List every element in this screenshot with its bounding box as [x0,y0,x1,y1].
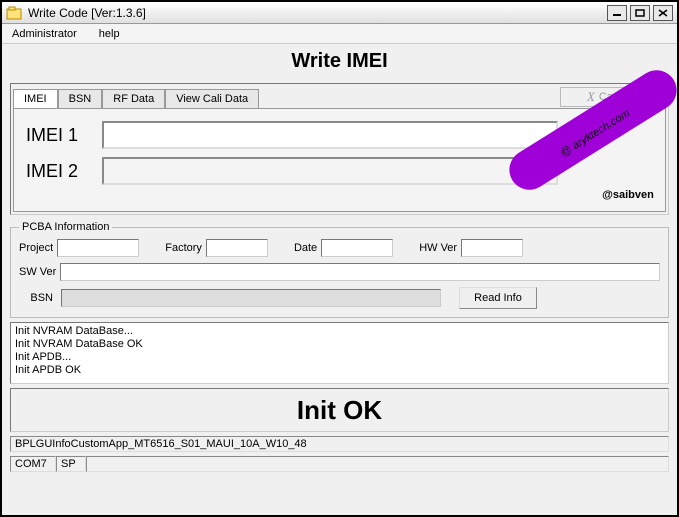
window-title: Write Code [Ver:1.3.6] [28,6,607,20]
status-banner: Init OK [10,388,669,432]
app-icon [6,5,22,21]
cancel-button: X Cancel [560,87,660,107]
hwver-label: HW Ver [419,242,457,254]
maximize-button[interactable] [630,5,650,21]
tab-bsn[interactable]: BSN [58,89,103,108]
imei-panel: IMEI BSN RF Data View Cali Data X Cancel… [10,83,669,215]
factory-input[interactable] [206,239,268,257]
log-output: Init NVRAM DataBase... Init NVRAM DataBa… [10,322,669,384]
date-input[interactable] [321,239,393,257]
menu-administrator[interactable]: Administrator [8,26,81,42]
project-label: Project [19,242,53,254]
swver-label: SW Ver [19,266,56,278]
close-button[interactable] [653,5,673,21]
statusbar-file: BPLGUInfoCustomApp_MT6516_S01_MAUI_10A_W… [10,436,669,452]
statusbar-mode: SP [56,456,86,472]
imei1-input[interactable] [102,121,558,149]
menu-help[interactable]: help [95,26,124,42]
tab-rfdata[interactable]: RF Data [102,89,165,108]
tab-view-cali-data[interactable]: View Cali Data [165,89,259,108]
bsn-input [61,289,441,307]
imei1-label: IMEI 1 [22,125,102,146]
pcba-legend: PCBA Information [19,221,112,233]
statusbar-empty [86,456,669,472]
page-title: Write IMEI [10,50,669,73]
log-line: Init APDB OK [15,364,664,377]
minimize-button[interactable] [607,5,627,21]
imei2-label: IMEI 2 [22,161,102,182]
bsn-label: BSN [19,292,53,304]
tab-imei[interactable]: IMEI [13,89,58,108]
cancel-label: Cancel [599,91,633,103]
factory-label: Factory [165,242,202,254]
imei2-input [102,157,558,185]
swver-input[interactable] [60,263,660,281]
read-info-button[interactable]: Read Info [459,287,537,309]
menubar: Administrator help [2,24,677,44]
statusbar-port: COM7 [10,456,56,472]
date-label: Date [294,242,317,254]
pcba-fieldset: PCBA Information Project Factory Date HW… [10,221,669,318]
project-input[interactable] [57,239,139,257]
titlebar: Write Code [Ver:1.3.6] [2,2,677,24]
log-line: Init NVRAM DataBase OK [15,338,664,351]
log-line: Init NVRAM DataBase... [15,325,664,338]
cancel-x-icon: X [587,89,595,105]
log-line: Init APDB... [15,351,664,364]
hwver-input[interactable] [461,239,523,257]
